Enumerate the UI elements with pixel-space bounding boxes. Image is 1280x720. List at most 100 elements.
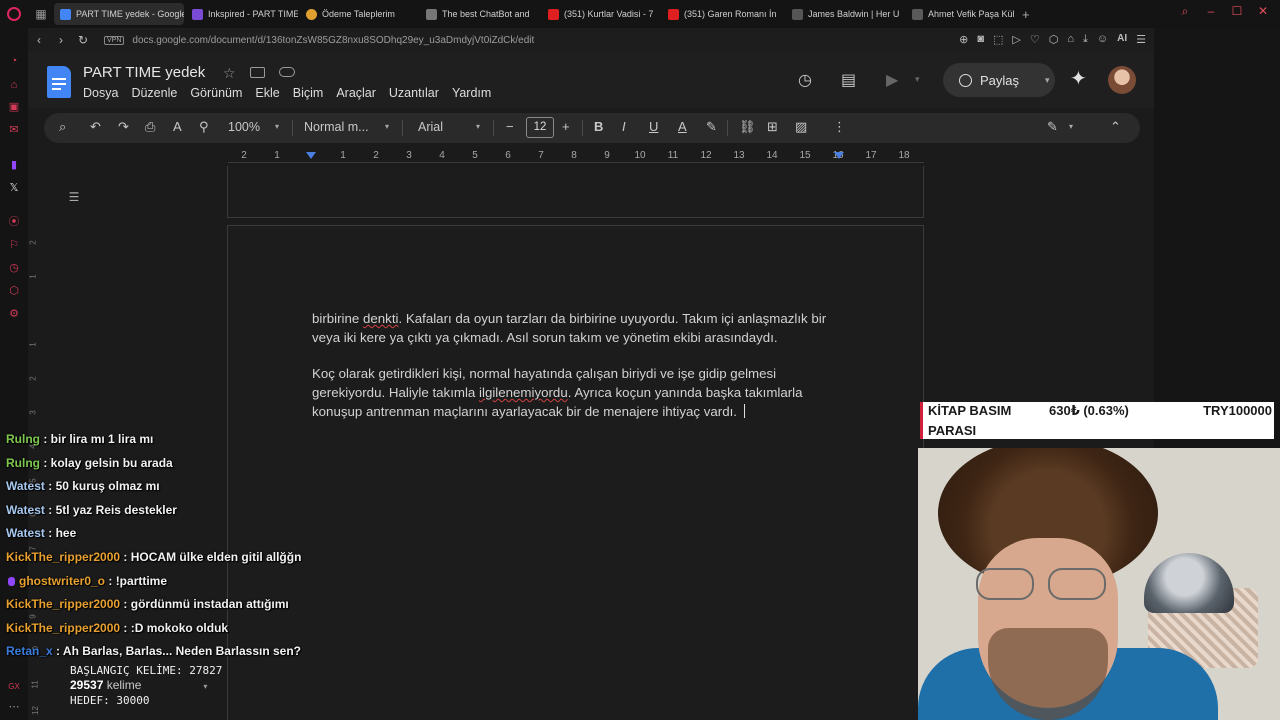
browser-tab[interactable]: PART TIME yedek - Google <box>54 3 184 25</box>
minimize-icon[interactable]: – <box>1204 4 1218 19</box>
zoom-select[interactable]: 100% <box>228 120 260 134</box>
document-outline-icon[interactable]: ☰ <box>59 186 89 208</box>
docs-logo-icon[interactable] <box>47 66 71 98</box>
word-count-widget[interactable]: 29537 kelime ▾ <box>70 678 222 694</box>
menu-view[interactable]: Görünüm <box>190 86 242 100</box>
back-icon[interactable]: ‹ <box>28 33 50 47</box>
snapshot-icon[interactable]: ⬚ <box>993 33 1003 46</box>
editing-mode-icon[interactable]: ✎ <box>1047 119 1058 135</box>
new-tab-button[interactable]: + <box>1016 3 1036 25</box>
bold-icon[interactable]: B <box>594 119 603 134</box>
menu-file[interactable]: Dosya <box>83 86 118 100</box>
pinboard-icon[interactable]: ⚐ <box>7 238 21 252</box>
print-icon[interactable]: ⎙ <box>145 119 155 135</box>
cloud-saved-icon[interactable] <box>279 67 295 77</box>
collapse-menus-icon[interactable]: ⌃ <box>1110 119 1121 135</box>
menu-help[interactable]: Yardım <box>452 86 491 100</box>
browser-tab[interactable]: James Baldwin | Her U <box>786 3 904 25</box>
decrease-font-size-icon[interactable]: − <box>506 119 514 134</box>
menu-tools[interactable]: Araçlar <box>336 86 376 100</box>
misspelled-word[interactable]: denkti <box>363 311 398 326</box>
avatar[interactable] <box>1108 66 1136 94</box>
history-icon[interactable]: ◷ <box>7 261 21 275</box>
font-size-input[interactable]: 12 <box>526 117 554 138</box>
text-color-icon[interactable]: A <box>678 119 687 134</box>
tab-overview-icon[interactable]: ▦ <box>28 7 54 21</box>
share-button[interactable]: Paylaş ▾ <box>943 63 1055 97</box>
font-select[interactable]: Arial <box>418 120 443 134</box>
download-icon[interactable]: ⤓ <box>1083 33 1088 46</box>
undo-icon[interactable]: ↶ <box>90 119 101 135</box>
opera-logo-icon[interactable] <box>0 0 28 28</box>
document-title[interactable]: PART TIME yedek <box>83 64 205 81</box>
bag-icon[interactable]: ⌂ <box>7 78 21 92</box>
search-menus-icon[interactable]: ⌕ <box>59 119 66 135</box>
chevron-down-icon[interactable]: ▾ <box>1045 75 1050 86</box>
more-options-icon[interactable]: ⋮ <box>833 119 846 135</box>
x-icon[interactable]: 𝕏 <box>7 181 21 195</box>
browser-tab[interactable]: Ahmet Vefik Paşa Kültü <box>906 3 1014 25</box>
close-icon[interactable]: ✕ <box>1256 4 1270 19</box>
aria-icon[interactable]: ◔ <box>7 54 21 68</box>
profile-icon[interactable]: ☺ <box>1097 33 1108 46</box>
paint-format-icon[interactable]: ⚲ <box>199 119 209 135</box>
comments-icon[interactable]: ▤ <box>841 70 856 90</box>
vk-icon[interactable]: ▣ <box>7 100 21 114</box>
twitch-icon[interactable]: ▮ <box>7 158 21 172</box>
chevron-down-icon[interactable]: ▾ <box>275 122 279 131</box>
browser-tab[interactable]: Inkspired - PART TIME <box>186 3 298 25</box>
forward-icon[interactable]: › <box>50 33 72 47</box>
wallet-icon[interactable]: ⌂ <box>1067 33 1074 46</box>
chevron-down-icon[interactable]: ▾ <box>203 682 207 691</box>
menu-insert[interactable]: Ekle <box>255 86 279 100</box>
chevron-down-icon[interactable]: ▾ <box>915 74 920 85</box>
play-icon[interactable]: ▷ <box>1012 33 1020 46</box>
menu-icon[interactable]: ☰ <box>1136 33 1146 46</box>
document-body[interactable]: birbirine denkti. Kafaları da oyun tarzl… <box>312 310 852 440</box>
style-select[interactable]: Normal m... <box>304 120 369 134</box>
move-folder-icon[interactable] <box>250 67 265 78</box>
opera-gx-icon[interactable]: GX <box>7 680 21 694</box>
menu-extensions[interactable]: Uzantılar <box>389 86 439 100</box>
left-indent-marker[interactable] <box>306 152 316 159</box>
camera-icon[interactable]: ◙ <box>977 33 984 46</box>
extensions-icon[interactable]: ⬡ <box>1049 33 1059 46</box>
highlight-icon[interactable]: ✎ <box>706 119 717 135</box>
ai-button[interactable]: AI <box>1117 33 1127 46</box>
browser-tab[interactable]: (351) Kurtlar Vadisi - 7 <box>542 3 660 25</box>
maximize-icon[interactable]: ☐ <box>1230 4 1244 19</box>
browser-tab[interactable]: (351) Garen Romanı İn <box>662 3 784 25</box>
extensions-icon[interactable]: ⬡ <box>7 284 21 298</box>
redo-icon[interactable]: ↷ <box>118 119 129 135</box>
increase-font-size-icon[interactable]: + <box>562 119 570 134</box>
link-icon[interactable]: ⛓ <box>739 119 756 135</box>
meet-icon[interactable]: ▶ <box>886 70 898 90</box>
zoom-icon[interactable]: ⊕ <box>959 33 968 46</box>
more-icon[interactable]: ⋯ <box>7 700 21 714</box>
chevron-down-icon[interactable]: ▾ <box>385 122 389 131</box>
italic-icon[interactable]: I <box>622 119 626 134</box>
underline-icon[interactable]: U <box>649 119 658 134</box>
search-tabs-icon[interactable]: ⌕ <box>1178 4 1192 19</box>
player-icon[interactable]: ⦿ <box>7 215 21 229</box>
chevron-down-icon[interactable]: ▾ <box>1069 122 1073 131</box>
browser-tab[interactable]: Ödeme Taleplerim <box>300 3 418 25</box>
reload-icon[interactable]: ↻ <box>72 33 94 47</box>
gemini-icon[interactable]: ✦ <box>1070 66 1087 91</box>
menu-edit[interactable]: Düzenle <box>131 86 177 100</box>
vpn-badge[interactable]: VPN <box>104 35 125 45</box>
mail-icon[interactable]: ✉ <box>7 123 21 137</box>
browser-tab[interactable]: The best ChatBot and <box>420 3 540 25</box>
chevron-down-icon[interactable]: ▾ <box>476 122 480 131</box>
add-comment-icon[interactable]: ⊞ <box>767 119 778 135</box>
misspelled-word[interactable]: ilgilenemiyordu <box>479 385 568 400</box>
menu-format[interactable]: Biçim <box>293 86 324 100</box>
star-icon[interactable]: ☆ <box>223 65 236 82</box>
right-indent-marker[interactable] <box>834 152 844 159</box>
insert-image-icon[interactable]: ▨ <box>795 119 807 135</box>
settings-icon[interactable]: ⚙ <box>7 307 21 321</box>
heart-icon[interactable]: ♡ <box>1030 33 1040 46</box>
version-history-icon[interactable]: ◷ <box>798 70 812 90</box>
url-field[interactable]: docs.google.com/document/d/136tonZsW85GZ… <box>132 35 534 46</box>
spellcheck-icon[interactable]: A <box>173 119 182 134</box>
